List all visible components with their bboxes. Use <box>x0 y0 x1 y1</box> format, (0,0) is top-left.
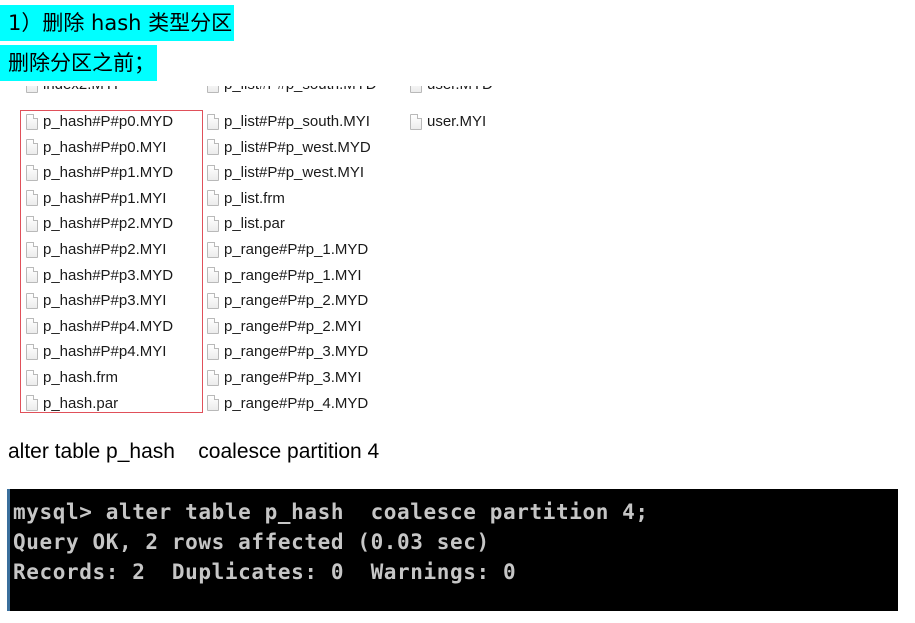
file-name: p_list.par <box>224 215 285 233</box>
file-name: index2.MYI <box>43 86 118 93</box>
file-icon <box>207 318 219 335</box>
hash-files-highlight-box <box>20 110 203 413</box>
file-item[interactable]: p_range#P#p_2.MYD <box>207 288 368 313</box>
file-name: p_list#P#p_south.MYI <box>224 113 370 130</box>
file-item[interactable]: p_range#P#p_2.MYI <box>207 314 362 339</box>
file-icon <box>207 139 219 156</box>
file-name: user.MYD <box>427 86 493 93</box>
file-item[interactable]: p_range#P#p_3.MYD <box>207 339 368 364</box>
file-icon <box>207 164 219 181</box>
file-item[interactable]: index2.MYI <box>26 86 118 97</box>
file-name: p_list#P#p_west.MYI <box>224 164 365 182</box>
file-icon <box>207 369 219 386</box>
file-item[interactable]: p_list#P#p_south.MYI <box>207 109 370 134</box>
file-icon <box>410 113 422 130</box>
terminal-line-command: mysql> alter table p_hash coalesce parti… <box>13 500 649 524</box>
file-icon <box>207 241 219 258</box>
file-icon <box>207 190 219 207</box>
file-name: p_range#P#p_2.MYI <box>224 317 362 335</box>
file-item[interactable]: p_list#P#p_west.MYI <box>207 160 364 185</box>
file-icon <box>207 343 219 360</box>
file-name: p_range#P#p_3.MYD <box>224 343 369 361</box>
file-icon <box>207 292 219 309</box>
file-item[interactable]: p_list#P#p_south.MYD <box>207 86 377 97</box>
file-name: p_range#P#p_2.MYD <box>224 292 369 310</box>
file-item[interactable]: p_list.par <box>207 211 285 236</box>
file-name: p_range#P#p_4.MYD <box>224 394 369 412</box>
file-item[interactable]: p_range#P#p_1.MYD <box>207 237 368 262</box>
terminal-line-result: Query OK, 2 rows affected (0.03 sec) <box>13 530 490 554</box>
file-icon <box>207 86 219 93</box>
file-item[interactable]: p_range#P#p_4.MYD <box>207 391 368 416</box>
file-item[interactable]: p_range#P#p_1.MYI <box>207 263 362 288</box>
file-name: p_list#P#p_west.MYD <box>224 138 371 156</box>
command-description: alter table p_hash coalesce partition 4 <box>8 440 380 463</box>
file-name: p_list#P#p_south.MYD <box>224 86 377 93</box>
file-item[interactable]: user.MYD <box>410 86 493 97</box>
file-name: p_range#P#p_3.MYI <box>224 369 362 386</box>
file-icon <box>207 395 219 412</box>
section-heading: 1）删除 hash 类型分区 <box>0 5 235 41</box>
file-icon <box>410 86 422 93</box>
file-explorer-screenshot: index2.MYIp_hash#P#p0.MYDp_hash#P#p0.MYI… <box>0 86 560 416</box>
file-item[interactable]: user.MYI <box>410 109 486 134</box>
file-icon <box>207 113 219 130</box>
mysql-terminal: mysql> alter table p_hash coalesce parti… <box>7 489 898 611</box>
file-name: p_range#P#p_1.MYD <box>224 241 369 258</box>
file-name: p_list.frm <box>224 189 285 207</box>
file-icon <box>207 215 219 232</box>
file-item[interactable]: p_list.frm <box>207 186 285 211</box>
file-name: user.MYI <box>427 113 487 130</box>
file-icon <box>26 86 38 93</box>
file-name: p_range#P#p_1.MYI <box>224 266 362 284</box>
section-subheading: 删除分区之前； <box>0 45 157 81</box>
terminal-line-records: Records: 2 Duplicates: 0 Warnings: 0 <box>13 560 517 584</box>
file-item[interactable]: p_range#P#p_3.MYI <box>207 365 362 390</box>
file-item[interactable]: p_list#P#p_west.MYD <box>207 135 371 160</box>
file-icon <box>207 267 219 284</box>
